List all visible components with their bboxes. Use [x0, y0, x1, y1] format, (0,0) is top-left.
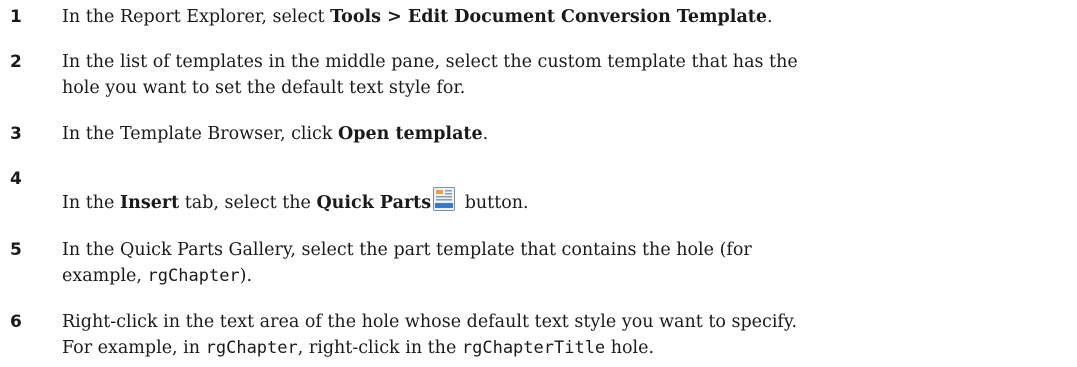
step-text: In the list of templates in the middle p…	[62, 52, 798, 98]
step-number: 6	[10, 312, 22, 332]
button-name: Open template	[338, 124, 483, 144]
quick-parts-icon	[433, 187, 456, 211]
step-text: Right-click in the text area of the hole…	[62, 312, 798, 358]
code-term: rgChapter	[205, 338, 298, 358]
step-number: 5	[10, 240, 22, 260]
code-term: rgChapter	[147, 266, 240, 286]
step-text: In the Insert tab, select the Quick Part…	[62, 187, 1062, 216]
step-number: 2	[10, 52, 22, 72]
button-name: Quick Parts	[316, 193, 432, 213]
step-number: 1	[10, 7, 22, 27]
step-number: 4	[10, 169, 22, 189]
step-text: In the Quick Parts Gallery, select the p…	[62, 240, 752, 286]
step-text: In the Template Browser, click Open temp…	[62, 124, 489, 144]
code-term: rgChapterTitle	[461, 338, 606, 358]
step-number: 3	[10, 124, 22, 144]
step-text: In the Report Explorer, select Tools > E…	[62, 7, 773, 27]
tab-name: Insert	[119, 193, 180, 213]
menu-path: Tools > Edit Document Conversion Templat…	[330, 7, 767, 27]
